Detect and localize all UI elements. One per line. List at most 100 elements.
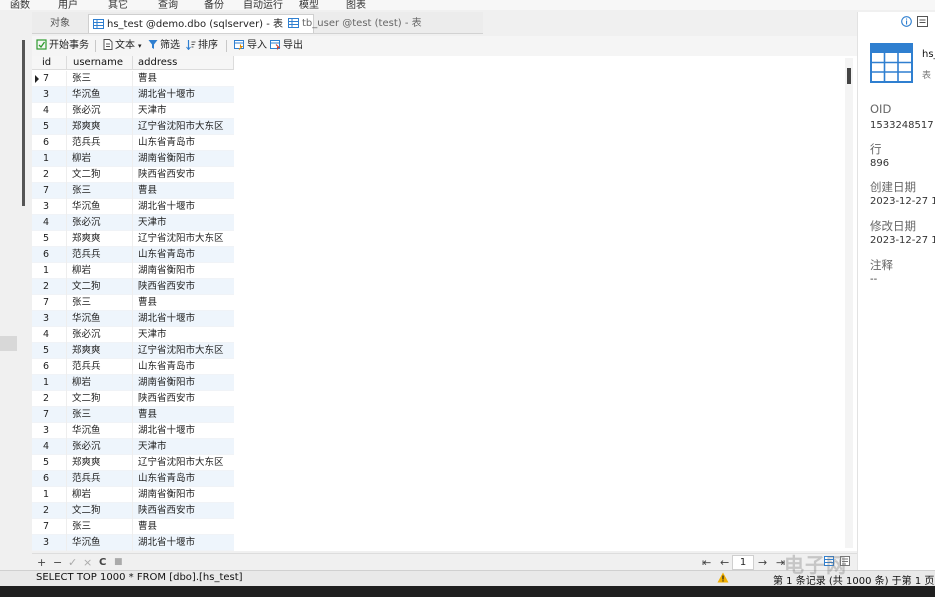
table-row[interactable]: 7 张三 曹县	[32, 295, 234, 311]
table-row[interactable]: 3 华沉鱼 湖北省十堰市	[32, 199, 234, 215]
menu-other[interactable]: 其它	[108, 0, 128, 10]
cell-username[interactable]: 文二狗	[67, 503, 133, 519]
cell-id[interactable]: 4	[32, 327, 67, 343]
cell-address[interactable]: 湖北省十堰市	[133, 87, 234, 103]
add-record-button[interactable]: +	[37, 554, 46, 571]
cell-username[interactable]: 张三	[67, 407, 133, 423]
table-row[interactable]: 6 范兵兵 山东省青岛市	[32, 471, 234, 487]
cell-username[interactable]: 张必沉	[67, 327, 133, 343]
column-header-id[interactable]: id	[32, 56, 67, 70]
cell-id[interactable]: 1	[32, 263, 67, 279]
tab-hs-test[interactable]: hs_test @demo.dbo (sqlserver) - 表	[88, 14, 314, 33]
cell-address[interactable]: 曹县	[133, 295, 234, 311]
table-row[interactable]: 7 张三 曹县	[32, 519, 234, 535]
table-row[interactable]: 4 张必沉 天津市	[32, 439, 234, 455]
cell-id[interactable]: 2	[32, 391, 67, 407]
menu-users[interactable]: 用户	[58, 0, 78, 10]
cell-username[interactable]: 文二狗	[67, 167, 133, 183]
cell-id[interactable]: 7	[32, 71, 67, 87]
vertical-scrollbar[interactable]	[845, 58, 853, 548]
cell-address[interactable]: 湖北省十堰市	[133, 423, 234, 439]
table-row[interactable]: 6 范兵兵 山东省青岛市	[32, 135, 234, 151]
menu-automation[interactable]: 自动运行	[243, 0, 283, 10]
next-page-button[interactable]: →	[758, 554, 767, 571]
cell-id[interactable]: 5	[32, 231, 67, 247]
table-row[interactable]: 1 柳岩 湖南省衡阳市	[32, 487, 234, 503]
cell-username[interactable]: 郑爽爽	[67, 343, 133, 359]
cell-id[interactable]: 7	[32, 519, 67, 535]
cell-username[interactable]: 范兵兵	[67, 359, 133, 375]
cell-username[interactable]: 郑爽爽	[67, 119, 133, 135]
cell-id[interactable]: 3	[32, 535, 67, 551]
text-button[interactable]: 文本 ▾	[103, 38, 142, 54]
table-row[interactable]: 3 华沉鱼 湖北省十堰市	[32, 311, 234, 327]
cell-id[interactable]: 5	[32, 119, 67, 135]
cell-address[interactable]: 山东省青岛市	[133, 359, 234, 375]
table-row[interactable]: 2 文二狗 陕西省西安市	[32, 391, 234, 407]
cell-username[interactable]: 郑爽爽	[67, 455, 133, 471]
cell-id[interactable]: 3	[32, 311, 67, 327]
cell-address[interactable]: 天津市	[133, 103, 234, 119]
cell-id[interactable]: 7	[32, 183, 67, 199]
info-icon[interactable]	[901, 16, 912, 27]
cell-username[interactable]: 文二狗	[67, 391, 133, 407]
column-header-username[interactable]: username	[67, 56, 133, 70]
cell-address[interactable]: 天津市	[133, 215, 234, 231]
cell-id[interactable]: 6	[32, 471, 67, 487]
cell-id[interactable]: 1	[32, 375, 67, 391]
cell-id[interactable]: 3	[32, 87, 67, 103]
collapsed-pane-handle[interactable]	[0, 336, 17, 351]
cell-id[interactable]: 6	[32, 247, 67, 263]
discard-changes-button[interactable]: ×	[83, 554, 92, 571]
cell-username[interactable]: 张三	[67, 519, 133, 535]
begin-transaction-button[interactable]: 开始事务	[36, 38, 89, 54]
cell-username[interactable]: 范兵兵	[67, 135, 133, 151]
cell-username[interactable]: 郑爽爽	[67, 231, 133, 247]
cell-address[interactable]: 天津市	[133, 327, 234, 343]
table-row[interactable]: 1 柳岩 湖南省衡阳市	[32, 375, 234, 391]
apply-changes-button[interactable]: ✓	[68, 554, 77, 571]
menu-functions[interactable]: 函数	[10, 0, 30, 10]
sort-button[interactable]: 排序	[186, 38, 218, 54]
cell-address[interactable]: 陕西省西安市	[133, 167, 234, 183]
cell-username[interactable]: 华沉鱼	[67, 87, 133, 103]
cell-address[interactable]: 辽宁省沈阳市大东区	[133, 231, 234, 247]
menu-model[interactable]: 模型	[299, 0, 319, 10]
scrollbar-thumb[interactable]	[847, 68, 851, 84]
cell-address[interactable]: 辽宁省沈阳市大东区	[133, 119, 234, 135]
table-row[interactable]: 3 华沉鱼 湖北省十堰市	[32, 535, 234, 551]
cell-id[interactable]: 4	[32, 215, 67, 231]
cell-username[interactable]: 张必沉	[67, 439, 133, 455]
table-row[interactable]: 7 张三 曹县	[32, 407, 234, 423]
cell-address[interactable]: 山东省青岛市	[133, 247, 234, 263]
cell-address[interactable]: 湖北省十堰市	[133, 311, 234, 327]
cell-id[interactable]: 3	[32, 423, 67, 439]
cell-username[interactable]: 张三	[67, 295, 133, 311]
table-row[interactable]: 5 郑爽爽 辽宁省沈阳市大东区	[32, 455, 234, 471]
stop-button[interactable]: ■	[114, 554, 123, 571]
table-row[interactable]: 6 范兵兵 山东省青岛市	[32, 359, 234, 375]
cell-address[interactable]: 曹县	[133, 183, 234, 199]
cell-id[interactable]: 7	[32, 407, 67, 423]
export-button[interactable]: 导出	[270, 38, 303, 54]
cell-id[interactable]: 2	[32, 167, 67, 183]
cell-address[interactable]: 陕西省西安市	[133, 279, 234, 295]
table-row[interactable]: 3 华沉鱼 湖北省十堰市	[32, 87, 234, 103]
filter-button[interactable]: 筛选	[148, 38, 180, 54]
cell-address[interactable]: 曹县	[133, 407, 234, 423]
cell-address[interactable]: 山东省青岛市	[133, 471, 234, 487]
cell-address[interactable]: 曹县	[133, 519, 234, 535]
cell-id[interactable]: 7	[32, 295, 67, 311]
cell-username[interactable]: 华沉鱼	[67, 199, 133, 215]
cell-username[interactable]: 范兵兵	[67, 471, 133, 487]
cell-address[interactable]: 湖北省十堰市	[133, 199, 234, 215]
cell-username[interactable]: 柳岩	[67, 375, 133, 391]
page-number-input[interactable]: 1	[732, 555, 754, 570]
import-button[interactable]: 导入	[234, 38, 267, 54]
table-row[interactable]: 5 郑爽爽 辽宁省沈阳市大东区	[32, 343, 234, 359]
cell-id[interactable]: 4	[32, 439, 67, 455]
cell-address[interactable]: 陕西省西安市	[133, 391, 234, 407]
menu-charts[interactable]: 图表	[346, 0, 366, 10]
table-row[interactable]: 6 范兵兵 山东省青岛市	[32, 247, 234, 263]
cell-id[interactable]: 3	[32, 199, 67, 215]
